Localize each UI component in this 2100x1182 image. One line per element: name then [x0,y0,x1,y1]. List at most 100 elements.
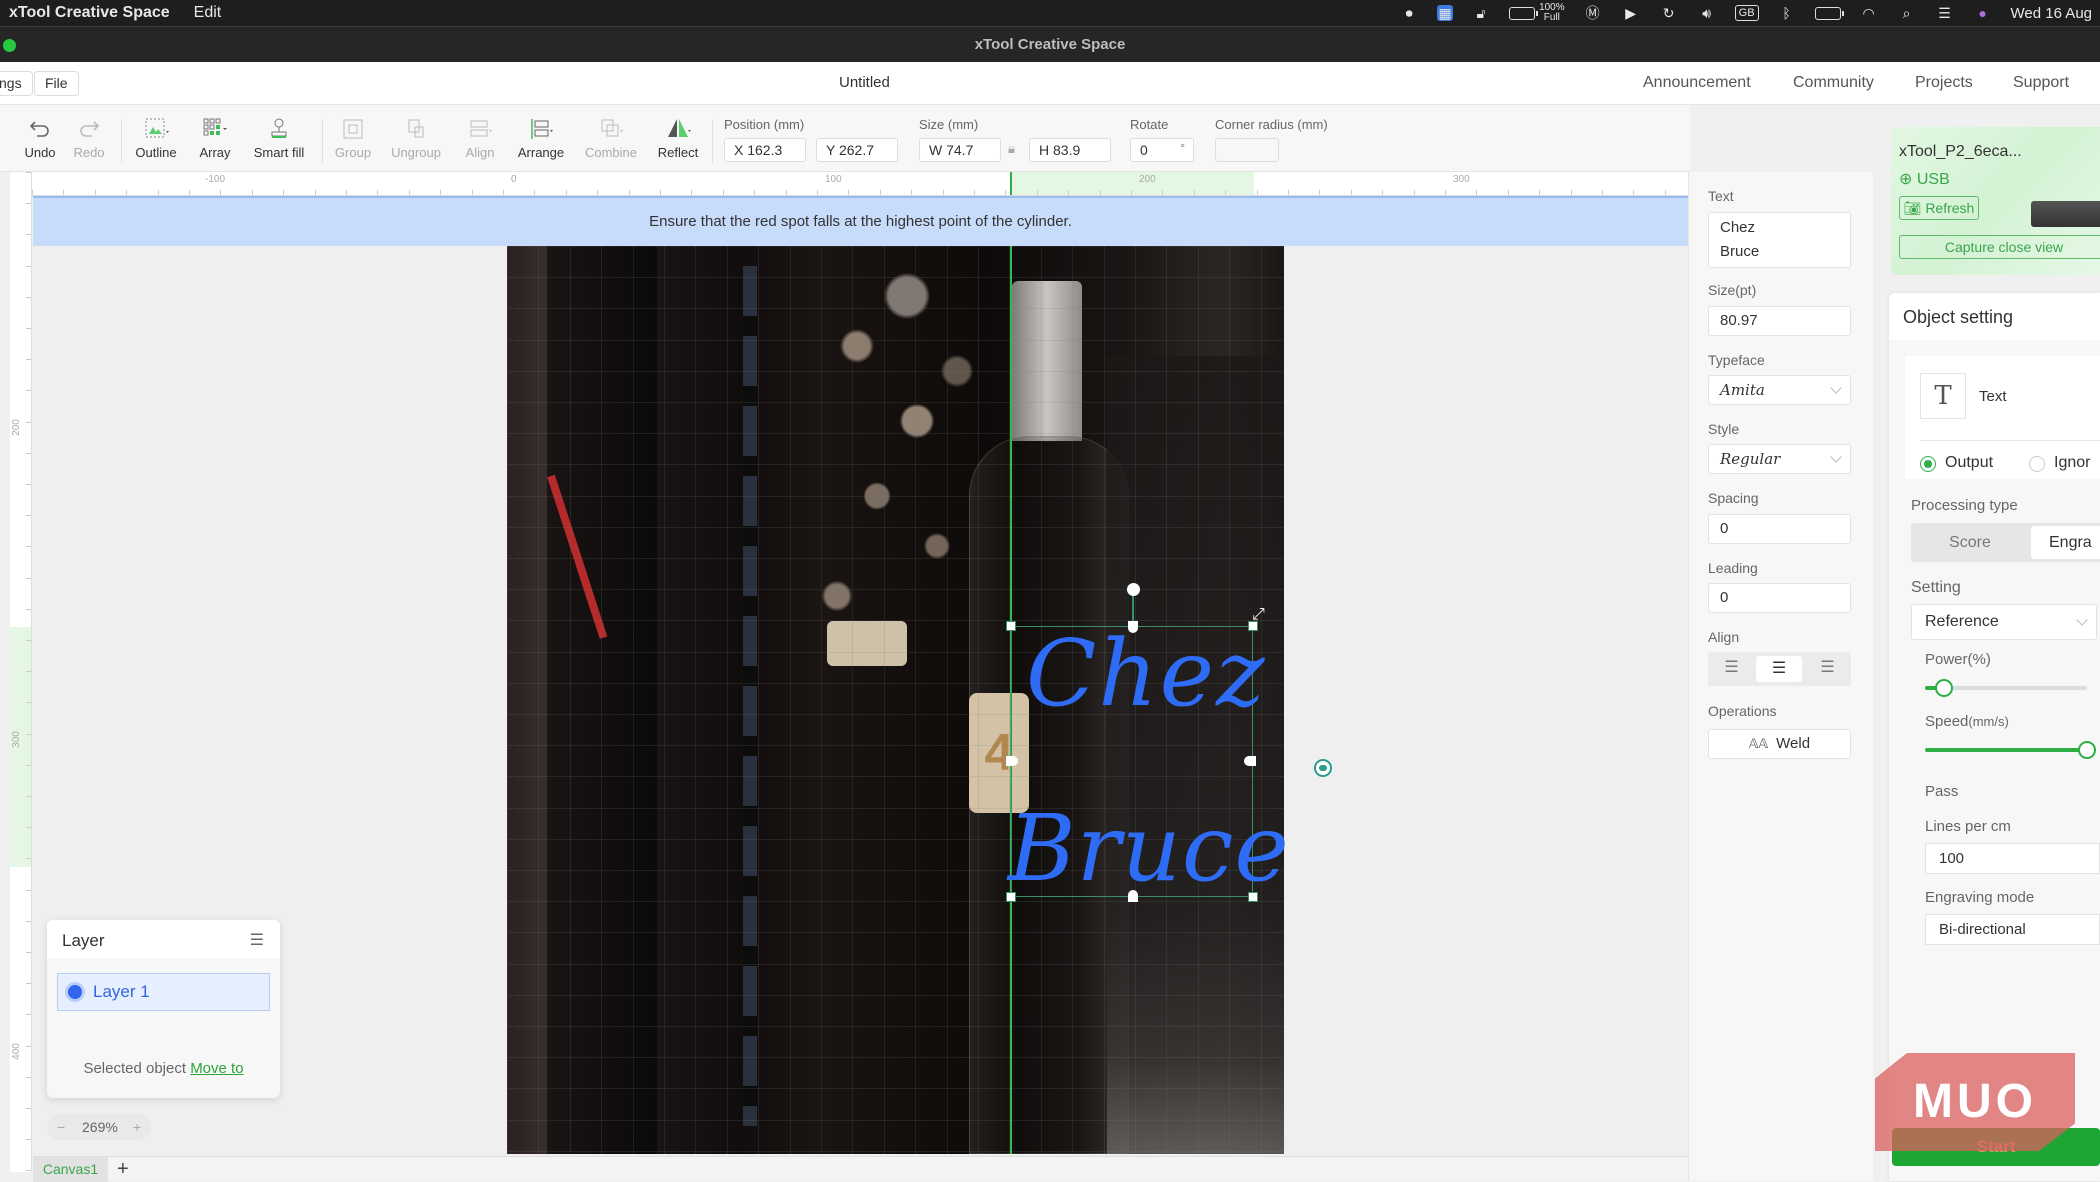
wood-piece [827,621,907,666]
text-object-line-2[interactable]: Bruce [1008,795,1290,902]
battery-full-status[interactable]: 100% Full [1509,3,1565,23]
processing-engrave-option[interactable]: Engra [2031,526,2100,559]
zoom-out-button[interactable]: − [57,1114,65,1140]
setting-label: Setting [1911,579,1961,596]
arrange-button[interactable]: Arrange [511,113,571,160]
siri-icon[interactable]: ● [1973,5,1993,21]
weld-button[interactable]: 𝔸𝔸 Weld [1708,729,1851,759]
tab-canvas1[interactable]: Canvas1 [33,1157,108,1182]
move-to-link[interactable]: Move to [190,1060,243,1077]
lock-icon[interactable]: 🔓︎ [1471,5,1491,21]
zoom-in-button[interactable]: + [133,1114,141,1140]
rotate-handle[interactable] [1127,583,1140,596]
grid-line [507,1119,1284,1121]
window-zoom-button[interactable] [3,39,16,52]
align-left-button[interactable]: ☰ [1718,657,1745,681]
reflect-button[interactable]: Reflect [648,113,708,160]
align-center-button[interactable]: ☰ [1756,656,1802,682]
corner-radius-input[interactable] [1215,138,1279,162]
nav-announcement[interactable]: Announcement [1643,74,1751,92]
battery-state: Full [1543,12,1560,23]
text-object-line-1[interactable]: Chez [1026,620,1267,727]
wifi-icon[interactable]: ◠ [1859,5,1879,21]
red-spot-marker[interactable] [1314,759,1332,777]
m-circle-icon[interactable]: Ⓜ [1583,5,1603,21]
grid-line [507,308,1284,310]
group-button[interactable]: Group [323,113,383,160]
grid-line [507,963,1284,965]
control-center-icon[interactable]: ☰ [1935,5,1955,21]
edit-menu[interactable]: Edit [194,4,222,22]
resize-handle-right[interactable] [1244,756,1256,766]
settings-button[interactable]: ngs [0,71,33,96]
ungroup-button[interactable]: Ungroup [386,113,446,160]
smart-fill-button[interactable]: Smart fill [248,113,310,160]
font-size-input[interactable]: 80.97 [1708,306,1851,336]
leading-input[interactable]: 0 [1708,583,1851,613]
resize-handle-bottom-right[interactable] [1248,892,1258,902]
file-button[interactable]: File [34,71,79,96]
aspect-lock-icon[interactable]: 🔒︎ [1008,141,1015,157]
grid-line [726,246,728,1154]
refresh-button[interactable]: 📷︎ Refresh [1899,196,1979,220]
app-status-icon[interactable]: ▦ [1437,5,1454,21]
power-slider-knob[interactable] [1935,679,1954,697]
engraving-mode-select[interactable]: Bi-directional [1925,914,2100,945]
position-x-input[interactable]: X 162.3 [724,138,806,162]
nav-support[interactable]: Support [2013,74,2069,92]
power-slider[interactable] [1925,679,2087,697]
device-name[interactable]: xTool_P2_6eca... [1899,143,2022,161]
resize-handle-top-left[interactable] [1006,621,1016,631]
record-icon[interactable]: ⏺ [1399,5,1419,21]
bluetooth-icon[interactable]: ᛒ [1777,5,1797,21]
group-label: Group [334,145,372,160]
layer-item[interactable]: Layer 1 [57,973,270,1011]
reflect-label: Reflect [657,145,699,160]
add-canvas-button[interactable]: + [117,1157,129,1182]
text-content-input[interactable]: Chez Bruce [1708,212,1851,268]
outline-button[interactable]: Outline [126,113,186,160]
menu-clock[interactable]: Wed 16 Aug [2011,5,2092,22]
resize-handle-top[interactable] [1128,621,1138,633]
align-right-button[interactable]: ☰ [1814,657,1841,681]
ruler-tick [26,1045,31,1047]
combine-button[interactable]: Combine [581,113,641,160]
speed-slider[interactable] [1925,741,2096,759]
chevron-down-icon [2076,614,2088,626]
array-button[interactable]: Array [185,113,245,160]
grid-line [883,246,885,1154]
layer-menu-icon[interactable]: ☰ [250,930,264,950]
ignore-radio[interactable] [2029,456,2045,472]
size-height-input[interactable]: H 83.9 [1029,138,1111,162]
speed-slider-knob[interactable] [2078,741,2096,759]
resize-handle-left[interactable] [1006,756,1018,766]
app-menu[interactable]: xTool Creative Space [9,4,170,22]
spacing-input[interactable]: 0 [1708,514,1851,544]
processing-score-option[interactable]: Score [1911,523,2029,562]
output-radio[interactable] [1920,456,1936,472]
capture-close-view-button[interactable]: Capture close view [1899,235,2100,259]
style-select[interactable]: Regular [1708,444,1851,474]
scale-arrow-icon[interactable]: ⤢ [1252,606,1265,624]
align-button[interactable]: Align [450,113,510,160]
input-source-indicator[interactable]: GB [1734,5,1759,21]
resize-handle-bottom-left[interactable] [1006,892,1016,902]
nav-projects[interactable]: Projects [1915,74,1973,92]
play-circle-icon[interactable]: ▶ [1621,5,1641,21]
resize-handle-bottom[interactable] [1128,890,1138,902]
spotlight-search-icon[interactable]: ⌕ [1897,5,1917,21]
time-machine-icon[interactable]: ↻ [1659,5,1679,21]
rotate-input[interactable]: 0 ° [1130,138,1194,162]
volume-icon[interactable]: 🔊︎ [1697,5,1717,21]
battery-icon-2[interactable] [1814,6,1844,20]
chevron-down-icon [1830,382,1842,394]
position-y-input[interactable]: Y 262.7 [816,138,898,162]
group-icon [343,119,363,139]
engraving-mode-label: Engraving mode [1925,889,2035,906]
lines-per-cm-input[interactable]: 100 [1925,843,2100,874]
nav-community[interactable]: Community [1793,74,1874,92]
setting-select[interactable]: Reference [1911,604,2097,640]
redo-button[interactable]: Redo [59,113,119,160]
typeface-select[interactable]: Amita [1708,375,1851,405]
size-width-input[interactable]: W 74.7 [919,138,1001,162]
